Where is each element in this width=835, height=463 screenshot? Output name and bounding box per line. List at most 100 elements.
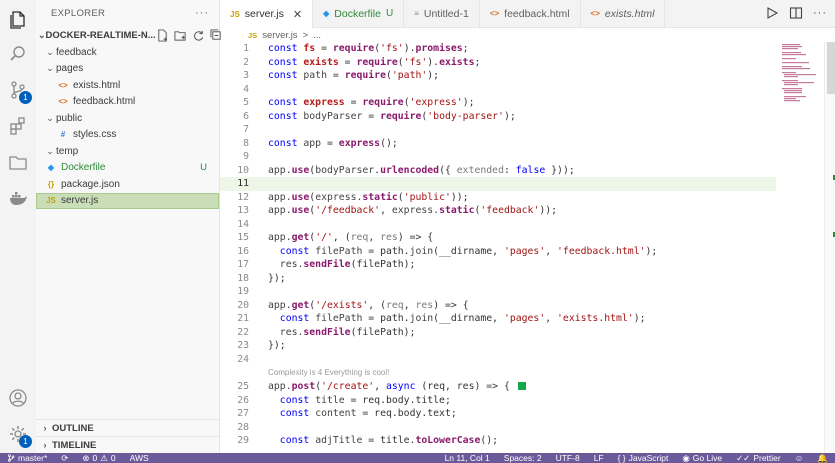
- tree-item-public[interactable]: ⌄ public: [36, 110, 219, 127]
- tab-untitled-1[interactable]: ≡ Untitled-1: [404, 0, 480, 27]
- docker-icon[interactable]: [6, 186, 30, 210]
- code-line[interactable]: 15 app.get('/', (req, res) => {: [220, 231, 824, 245]
- code-line[interactable]: 16 const filePath = path.join(__dirname,…: [220, 245, 824, 259]
- html-file-icon: <>: [58, 80, 68, 90]
- feedback-icon[interactable]: ☺: [788, 453, 811, 463]
- files-icon[interactable]: [6, 8, 30, 32]
- tree-item-server-js[interactable]: JS server.js: [36, 192, 219, 209]
- explorer-more-button[interactable]: ···: [195, 7, 209, 19]
- line-ending[interactable]: LF: [587, 453, 611, 463]
- code-token: 'body-parser': [427, 110, 504, 122]
- tree-item-temp[interactable]: ⌄ temp: [36, 143, 219, 160]
- prettier-item[interactable]: ✓✓ Prettier: [729, 453, 788, 463]
- git-status-badge: U: [200, 162, 207, 174]
- tab-exists-html[interactable]: <> exists.html: [581, 0, 666, 27]
- close-icon[interactable]: ✕: [293, 8, 302, 21]
- code-line[interactable]: 19: [220, 285, 824, 299]
- settings-gear-icon[interactable]: 1: [6, 422, 32, 448]
- tab-dockerfile[interactable]: ◆ Dockerfile U: [313, 0, 405, 27]
- indentation[interactable]: Spaces: 2: [497, 453, 549, 463]
- code-token: exists: [439, 56, 475, 68]
- code-line[interactable]: 14: [220, 218, 824, 232]
- breadcrumb-file[interactable]: server.js: [262, 30, 297, 41]
- editor-more-button[interactable]: ···: [813, 6, 827, 20]
- scrollbar-thumb[interactable]: [827, 42, 835, 94]
- run-icon[interactable]: [765, 6, 779, 20]
- extensions-icon[interactable]: [6, 114, 30, 138]
- editor-scrollbar[interactable]: [824, 42, 835, 453]
- code-editor[interactable]: 1 const fs = require('fs').promises; 2 cons…: [220, 42, 824, 453]
- tree-item-feedback[interactable]: ⌄ feedback: [36, 44, 219, 61]
- code-line[interactable]: 12 app.use(express.static('public'));: [220, 191, 824, 205]
- breadcrumb-rest[interactable]: ...: [313, 30, 321, 41]
- outline-section-header[interactable]: › OUTLINE: [36, 419, 219, 436]
- refresh-icon[interactable]: [192, 29, 205, 42]
- code-token: ,: [545, 245, 558, 257]
- code-line[interactable]: 10 app.use(bodyParser.urlencoded({ extend…: [220, 164, 824, 178]
- code-line[interactable]: 18});: [220, 272, 824, 286]
- code-line[interactable]: 29 const adjTitle = title.toLowerCase();: [220, 434, 824, 448]
- source-control-icon[interactable]: 1: [6, 78, 32, 104]
- code-token: 'exists.html': [557, 313, 634, 324]
- remote-explorer-icon[interactable]: [6, 150, 30, 174]
- code-line[interactable]: 7: [220, 123, 824, 137]
- code-line[interactable]: 20 app.get('/exists', (req, res) => {: [220, 299, 824, 313]
- code-line[interactable]: 2 const exists = require('fs').exists;: [220, 56, 824, 70]
- tree-item-label: temp: [56, 145, 79, 157]
- line-number: 13: [237, 205, 249, 216]
- code-line[interactable]: 8 const app = express();: [220, 137, 824, 151]
- new-file-icon[interactable]: [156, 28, 169, 42]
- sync-icon[interactable]: ⟳: [54, 453, 75, 463]
- code-line[interactable]: 4: [220, 83, 824, 97]
- code-line[interactable]: 11: [220, 177, 776, 191]
- code-line[interactable]: 26 const title = req.body.title;: [220, 394, 824, 408]
- tree-item-package-json[interactable]: {} package.json: [36, 176, 219, 193]
- search-icon[interactable]: [6, 42, 30, 66]
- tab-feedback-html[interactable]: <> feedback.html: [480, 0, 581, 27]
- new-folder-icon[interactable]: [174, 29, 187, 42]
- tab-server-js[interactable]: JS server.js ✕: [220, 0, 314, 28]
- code-line[interactable]: 17 res.sendFile(filePath);: [220, 258, 824, 272]
- split-editor-icon[interactable]: [789, 6, 803, 20]
- code-line[interactable]: 22 res.sendFile(filePath);: [220, 326, 824, 340]
- tree-item-pages[interactable]: ⌄ pages: [36, 61, 219, 78]
- aws-item[interactable]: AWS: [123, 453, 156, 463]
- code-token: const: [268, 408, 316, 419]
- problems-item[interactable]: ⊗ 0 ⚠ 0: [75, 453, 122, 463]
- line-number: 29: [237, 435, 249, 446]
- code-line[interactable]: 6 const bodyParser = require('body-parser…: [220, 110, 824, 124]
- timeline-section-header[interactable]: › TIMELINE: [36, 436, 219, 453]
- minimap[interactable]: [780, 42, 822, 162]
- code-text: res.sendFile(filePath);: [268, 258, 416, 272]
- code-line[interactable]: 9: [220, 150, 824, 164]
- tree-item-dockerfile[interactable]: ◆ Dockerfile U: [36, 160, 219, 177]
- tree-item-styles-css[interactable]: # styles.css: [36, 127, 219, 144]
- tree-item-exists-html[interactable]: <> exists.html: [36, 77, 219, 94]
- code-token: res.: [268, 326, 304, 338]
- project-section-header[interactable]: ⌄ DOCKER-REALTIME-N...: [36, 26, 221, 44]
- code-line[interactable]: 23});: [220, 339, 824, 353]
- code-line[interactable]: 13 app.use('/feedback', express.static('f…: [220, 204, 824, 218]
- line-number: 26: [237, 394, 249, 406]
- code-line[interactable]: 3 const path = require('path');: [220, 69, 824, 83]
- tree-item-feedback-html[interactable]: <> feedback.html: [36, 94, 219, 111]
- code-token: ) => {: [397, 232, 434, 243]
- encoding[interactable]: UTF-8: [549, 453, 587, 463]
- code-token: res: [415, 299, 434, 311]
- color-swatch[interactable]: [517, 382, 526, 390]
- codelens-complexity[interactable]: Complexity is 4 Everything is cool!: [220, 366, 824, 380]
- code-line[interactable]: 28: [220, 421, 824, 435]
- language-mode[interactable]: { } JavaScript: [611, 453, 676, 463]
- code-line[interactable]: 5 const express = require('express');: [220, 96, 824, 110]
- code-line[interactable]: 21 const filePath = path.join(__dirname,…: [220, 312, 824, 326]
- code-line[interactable]: 24: [220, 353, 824, 367]
- branch-item[interactable]: master*: [0, 453, 54, 463]
- account-icon[interactable]: [6, 386, 30, 410]
- code-token: ({: [439, 164, 457, 176]
- code-line[interactable]: 1 const fs = require('fs').promises;: [220, 42, 824, 56]
- cursor-position[interactable]: Ln 11, Col 1: [438, 453, 497, 463]
- notifications-icon[interactable]: 🔔: [810, 453, 835, 463]
- code-line[interactable]: 27 const content = req.body.text;: [220, 407, 824, 421]
- go-live-button[interactable]: ◉ Go Live: [675, 453, 729, 463]
- code-line[interactable]: 25 app.post('/create', async (req, res) =…: [220, 380, 824, 394]
